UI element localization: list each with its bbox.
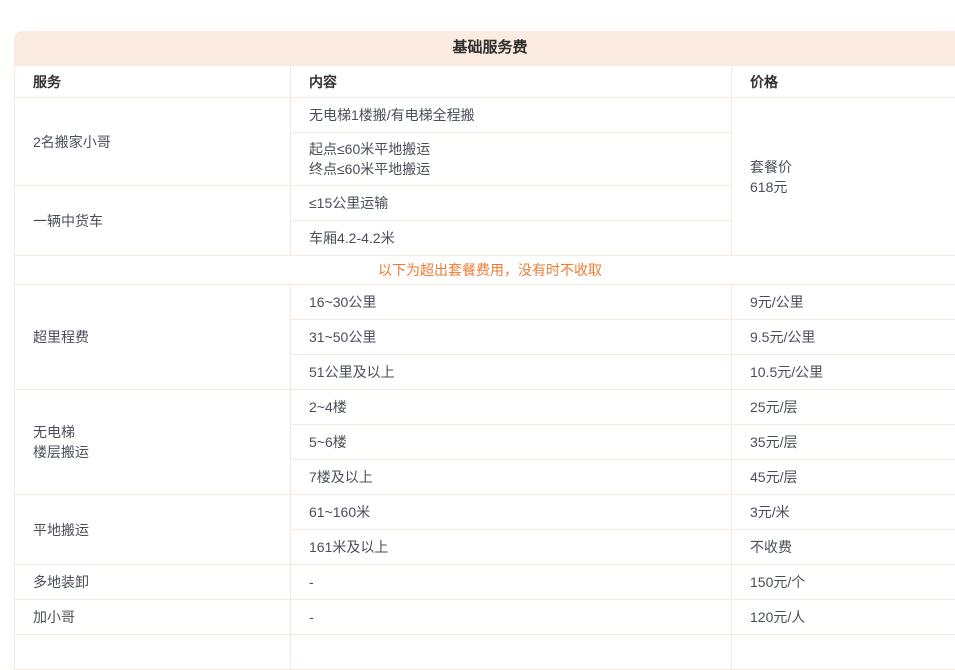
service-cell: 无电梯 楼层搬运 xyxy=(15,390,291,495)
table-row: 多地装卸 - 150元/个 xyxy=(15,565,955,600)
price-cell: 150元/个 xyxy=(732,565,955,600)
service-cell: 一辆中货车 xyxy=(15,186,291,256)
table-row-clipped xyxy=(15,635,955,670)
service-cell: 超里程费 xyxy=(15,285,291,390)
price-cell: 10.5元/公里 xyxy=(732,355,955,390)
service-cell: 多地装卸 xyxy=(15,565,291,600)
service-cell: 平地搬运 xyxy=(15,495,291,565)
table-row: 加小哥 - 120元/人 xyxy=(15,600,955,635)
table-title: 基础服务费 xyxy=(14,31,955,65)
column-header-price: 价格 xyxy=(732,66,955,98)
column-header-row: 服务 内容 价格 xyxy=(15,66,955,98)
content-cell: 5~6楼 xyxy=(291,425,732,460)
service-cell: 2名搬家小哥 xyxy=(15,98,291,186)
price-cell: 120元/人 xyxy=(732,600,955,635)
price-cell: 不收费 xyxy=(732,530,955,565)
content-cell: 7楼及以上 xyxy=(291,460,732,495)
price-table: 服务 内容 价格 2名搬家小哥 无电梯1楼搬/有电梯全程搬 套餐价 618元 起… xyxy=(14,65,955,670)
content-cell: 起点≤60米平地搬运 终点≤60米平地搬运 xyxy=(291,133,732,186)
content-cell: 车厢4.2-4.2米 xyxy=(291,221,732,256)
content-cell xyxy=(291,635,732,670)
content-cell: - xyxy=(291,565,732,600)
content-cell: ≤15公里运输 xyxy=(291,186,732,221)
price-cell: 9.5元/公里 xyxy=(732,320,955,355)
package-price-cell: 套餐价 618元 xyxy=(732,98,955,256)
table-row: 平地搬运 61~160米 3元/米 xyxy=(15,495,955,530)
banner-note: 以下为超出套餐费用，没有时不收取 xyxy=(15,256,955,285)
column-header-content: 内容 xyxy=(291,66,732,98)
banner-row: 以下为超出套餐费用，没有时不收取 xyxy=(15,256,955,285)
pricing-card: 基础服务费 服务 内容 价格 2名搬家小哥 无电梯1楼搬/有电梯全程搬 套餐价 … xyxy=(14,31,955,670)
content-cell: 16~30公里 xyxy=(291,285,732,320)
price-cell: 25元/层 xyxy=(732,390,955,425)
table-row: 2名搬家小哥 无电梯1楼搬/有电梯全程搬 套餐价 618元 xyxy=(15,98,955,133)
table-row: 无电梯 楼层搬运 2~4楼 25元/层 xyxy=(15,390,955,425)
column-header-service: 服务 xyxy=(15,66,291,98)
table-row: 超里程费 16~30公里 9元/公里 xyxy=(15,285,955,320)
content-cell: 161米及以上 xyxy=(291,530,732,565)
price-cell: 35元/层 xyxy=(732,425,955,460)
content-cell: 无电梯1楼搬/有电梯全程搬 xyxy=(291,98,732,133)
price-cell: 9元/公里 xyxy=(732,285,955,320)
content-cell: 61~160米 xyxy=(291,495,732,530)
service-cell xyxy=(15,635,291,670)
content-cell: 2~4楼 xyxy=(291,390,732,425)
price-cell: 3元/米 xyxy=(732,495,955,530)
service-cell: 加小哥 xyxy=(15,600,291,635)
content-cell: 51公里及以上 xyxy=(291,355,732,390)
content-cell: 31~50公里 xyxy=(291,320,732,355)
price-cell: 45元/层 xyxy=(732,460,955,495)
content-cell: - xyxy=(291,600,732,635)
price-cell xyxy=(732,635,955,670)
